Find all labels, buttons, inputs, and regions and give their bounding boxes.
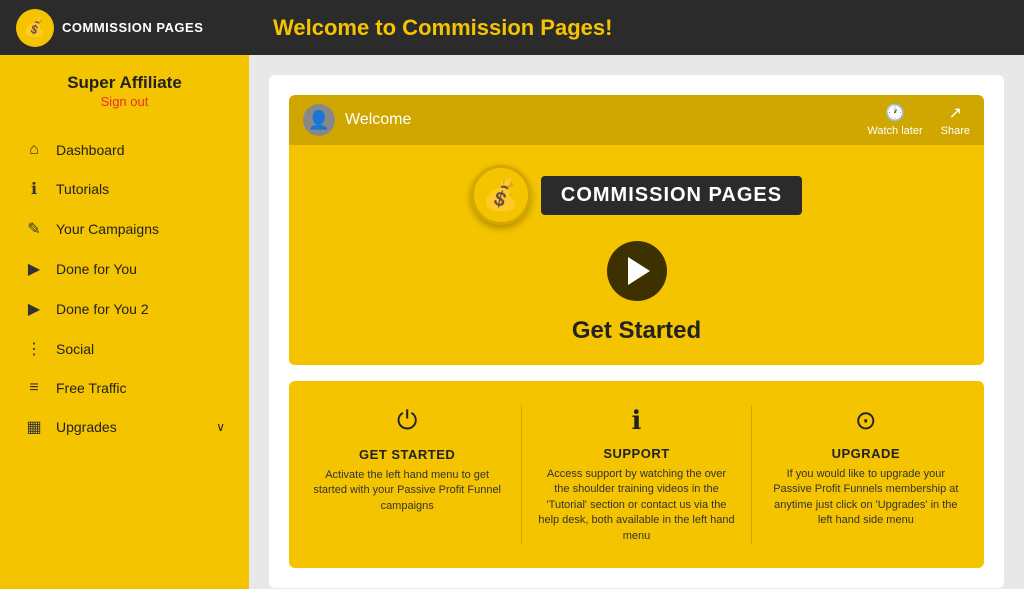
sidebar-item-label: Your Campaigns [56, 221, 159, 237]
info-title-upgrade: UPGRADE [832, 446, 901, 461]
play-button[interactable] [607, 241, 667, 301]
logo-text: COMMISSION PAGES [62, 20, 203, 36]
video-title-text: Welcome [345, 111, 857, 129]
share-icon: ↗ [949, 103, 962, 123]
sidebar-item-free-traffic[interactable]: ≡ Free Traffic [0, 369, 249, 407]
info-section: ⏻ GET STARTED Activate the left hand men… [289, 381, 984, 568]
sidebar-item-label: Upgrades [56, 419, 117, 435]
sidebar-item-dashboard[interactable]: ⌂ Dashboard [0, 131, 249, 169]
campaigns-icon: ✎ [24, 219, 44, 239]
logo-icon: 💰 [16, 9, 54, 47]
commission-logo-area: 💰 COMMISSION PAGES [471, 165, 802, 225]
content-area: 👤 Welcome 🕐 Watch later ↗ Share [249, 55, 1024, 589]
info-title-get-started: GET STARTED [359, 447, 455, 462]
info-divider-2 [751, 405, 752, 544]
sidebar-item-label: Done for You 2 [56, 301, 149, 317]
info-divider-1 [521, 405, 522, 544]
video-body: 💰 COMMISSION PAGES Get Started [289, 145, 984, 365]
sidebar-item-label: Done for You [56, 261, 137, 277]
welcome-card: 👤 Welcome 🕐 Watch later ↗ Share [269, 75, 1004, 588]
video-controls-right: 🕐 Watch later ↗ Share [867, 103, 970, 137]
tutorials-icon: ℹ [24, 179, 44, 199]
sidebar-item-label: Tutorials [56, 181, 109, 197]
commission-logo-circle: 💰 [471, 165, 531, 225]
upgrade-icon: ⊙ [855, 405, 877, 436]
nav-menu: ⌂ Dashboard ℹ Tutorials ✎ Your Campaigns… [0, 131, 249, 447]
sidebar-item-label: Social [56, 341, 94, 357]
upgrades-icon: ▦ [24, 417, 44, 437]
share-button[interactable]: ↗ Share [941, 103, 970, 137]
info-desc-support: Access support by watching the over the … [538, 467, 734, 544]
info-desc-get-started: Activate the left hand menu to get start… [309, 468, 505, 514]
sidebar-item-done-for-you-2[interactable]: ▶ Done for You 2 [0, 289, 249, 329]
user-name: Super Affiliate [0, 73, 249, 93]
commission-banner: COMMISSION PAGES [541, 176, 802, 215]
watch-later-icon: 🕐 [885, 103, 905, 123]
sidebar-item-tutorials[interactable]: ℹ Tutorials [0, 169, 249, 209]
sign-out-link[interactable]: Sign out [101, 94, 149, 109]
social-icon: ⋮ [24, 339, 44, 359]
watch-later-button[interactable]: 🕐 Watch later [867, 103, 922, 137]
chevron-down-icon: ∨ [216, 420, 225, 434]
get-started-text: Get Started [572, 317, 701, 345]
main-content: Welcome to Commission Pages! 👤 Welcome 🕐… [249, 0, 1024, 589]
sidebar-item-campaigns[interactable]: ✎ Your Campaigns [0, 209, 249, 249]
sidebar-item-label: Free Traffic [56, 380, 127, 396]
top-bar: Welcome to Commission Pages! [249, 0, 1024, 55]
video-avatar: 👤 [303, 104, 335, 136]
page-title: Welcome to Commission Pages! [273, 15, 612, 41]
info-desc-upgrade: If you would like to upgrade your Passiv… [768, 467, 964, 529]
sidebar-logo: 💰 COMMISSION PAGES [0, 0, 249, 55]
info-title-support: SUPPORT [603, 446, 669, 461]
sidebar-item-done-for-you[interactable]: ▶ Done for You [0, 249, 249, 289]
info-icon: ℹ [632, 405, 642, 436]
video-container: 👤 Welcome 🕐 Watch later ↗ Share [289, 95, 984, 365]
power-icon: ⏻ [397, 405, 418, 437]
sidebar: 💰 COMMISSION PAGES Super Affiliate Sign … [0, 0, 249, 589]
done-for-you-icon: ▶ [24, 259, 44, 279]
sidebar-item-social[interactable]: ⋮ Social [0, 329, 249, 369]
info-block-support: ℹ SUPPORT Access support by watching the… [538, 405, 734, 544]
dashboard-icon: ⌂ [24, 141, 44, 159]
done-for-you-2-icon: ▶ [24, 299, 44, 319]
info-block-upgrade: ⊙ UPGRADE If you would like to upgrade y… [768, 405, 964, 529]
sidebar-item-upgrades[interactable]: ▦ Upgrades ∨ [0, 407, 249, 447]
user-section: Super Affiliate Sign out [0, 55, 249, 121]
video-header: 👤 Welcome 🕐 Watch later ↗ Share [289, 95, 984, 145]
play-triangle-icon [628, 257, 650, 285]
sidebar-item-label: Dashboard [56, 142, 125, 158]
free-traffic-icon: ≡ [24, 379, 44, 397]
info-block-get-started: ⏻ GET STARTED Activate the left hand men… [309, 405, 505, 514]
